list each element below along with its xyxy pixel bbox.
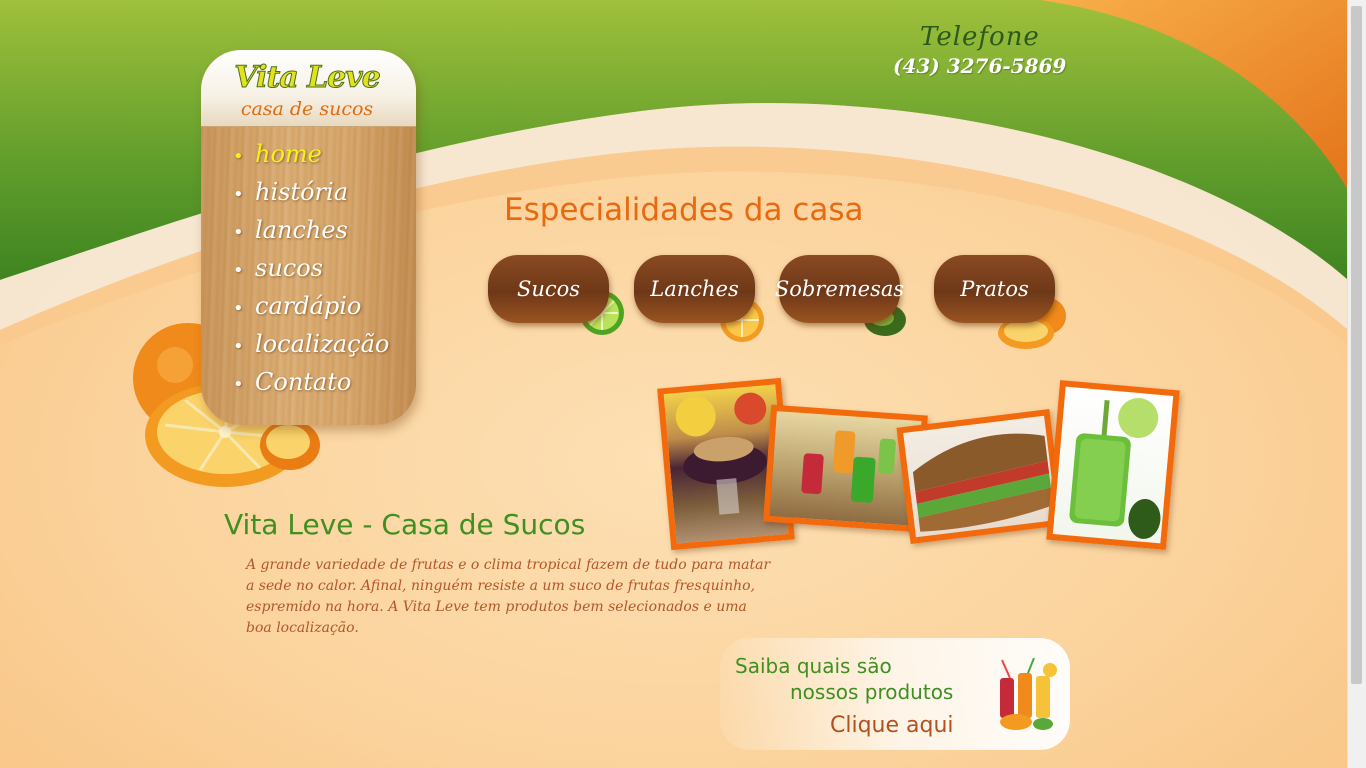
scrollbar-thumb[interactable]: [1351, 6, 1362, 684]
menu-item-label: Contato: [255, 368, 352, 396]
juice-cups-icon: [1000, 658, 1057, 730]
menu-item-label: sucos: [255, 254, 323, 282]
button-label: Pratos: [960, 277, 1029, 301]
menu-item-label: home: [255, 140, 322, 168]
sobremesas-button[interactable]: Sobremesas: [775, 255, 904, 323]
button-label: Lanches: [650, 277, 739, 301]
menu-item-sucos[interactable]: • sucos: [233, 254, 389, 292]
green-juice-icon: [1069, 398, 1161, 539]
promo-line2: nossos produtos: [790, 680, 954, 704]
sandwich-icon: [912, 433, 1054, 532]
promo-line1: Saiba quais são: [735, 654, 892, 678]
menu-item-cardapio[interactable]: • cardápio: [233, 292, 389, 330]
menu-item-lanches[interactable]: • lanches: [233, 216, 389, 254]
specialties-title: Especialidades da casa: [504, 192, 864, 228]
logo[interactable]: Vita Leve casa de sucos: [201, 50, 416, 127]
menu-item-label: localização: [255, 330, 390, 358]
sandwich-photo[interactable]: [896, 409, 1064, 544]
menu-item-label: lanches: [255, 216, 348, 244]
phone-label: Telefone: [920, 22, 1040, 52]
pratos-button[interactable]: Pratos: [934, 255, 1055, 323]
green-juice-photo[interactable]: [1046, 380, 1180, 550]
click-here-link[interactable]: Clique aqui: [830, 713, 954, 738]
menu-item-contato[interactable]: • Contato: [233, 368, 389, 406]
menu-item-home[interactable]: • home: [233, 140, 389, 178]
sucos-button[interactable]: Sucos: [488, 255, 609, 323]
menu-list: • home • história • lanches • sucos • cardápi…: [233, 140, 389, 406]
lanches-button[interactable]: Lanches: [634, 255, 755, 323]
menu-item-label: cardápio: [255, 292, 362, 320]
intro-title: Vita Leve - Casa de Sucos: [224, 508, 586, 541]
phone-number: (43) 3276-5869: [893, 54, 1067, 78]
logo-title: Vita Leve: [234, 60, 382, 96]
button-label: Sucos: [516, 277, 581, 301]
intro-text: A grande variedade de frutas e o clima t…: [246, 557, 771, 636]
main-menu: Vita Leve casa de sucos • home • história …: [201, 50, 416, 425]
menu-item-localizacao[interactable]: • localização: [233, 330, 389, 368]
menu-item-historia[interactable]: • história: [233, 178, 389, 216]
products-promo[interactable]: Saiba quais são nossos produtos Clique a…: [720, 638, 1070, 750]
vertical-scrollbar[interactable]: [1347, 0, 1366, 768]
menu-item-label: história: [255, 178, 348, 206]
logo-subtitle: casa de sucos: [240, 98, 374, 120]
button-label: Sobremesas: [774, 277, 905, 301]
